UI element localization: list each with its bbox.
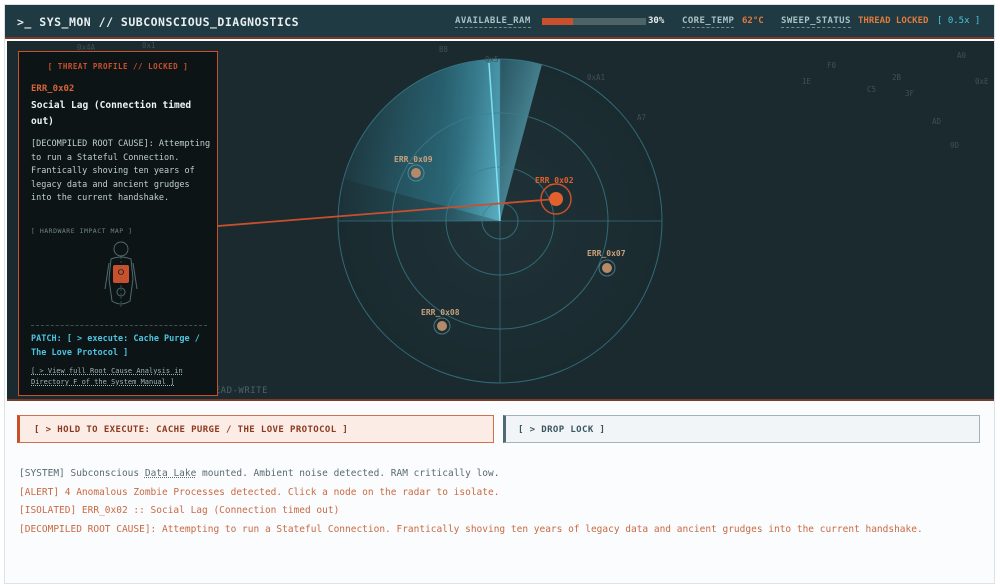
log-line-system: [SYSTEM] Subconscious Data Lake mounted.… <box>19 465 979 484</box>
hex-noise-label: 9D <box>950 141 960 150</box>
panel-divider <box>31 325 207 326</box>
ram-meter <box>542 18 646 25</box>
node-label-err-0x07[interactable]: ERR_0x07 <box>587 249 626 258</box>
log-text: mounted. Ambient noise detected. RAM cri… <box>196 468 500 479</box>
hex-noise-label: 3F <box>905 89 915 98</box>
sweep-speed[interactable]: [ 0.5x ] <box>937 16 980 26</box>
hex-noise-label: AD <box>932 117 942 126</box>
log-line-alert: [ALERT] 4 Anomalous Zombie Processes det… <box>19 486 500 498</box>
hex-noise-label: C5 <box>867 85 877 94</box>
hex-noise-label: 0x5 <box>485 55 499 64</box>
node-label-err-0x02[interactable]: ERR_0x02 <box>535 176 574 185</box>
hex-noise-label: 0xA1 <box>587 73 606 82</box>
ram-meter-fill <box>542 18 574 25</box>
sweep-status-label: SWEEP_STATUS <box>781 16 851 28</box>
log-line-isolated: [ISOLATED] ERR_0x02 :: Social Lag (Conne… <box>19 505 340 516</box>
hold-to-execute-button[interactable]: [ > HOLD TO EXECUTE: CACHE PURGE / THE L… <box>17 415 494 443</box>
hex-noise-label: 0x1 <box>142 41 156 50</box>
hex-noise-label: 1E <box>802 77 812 86</box>
threat-title: Social Lag (Connection timed out) <box>31 100 192 127</box>
drop-lock-button[interactable]: [ > DROP LOCK ] <box>503 415 980 443</box>
node-label-err-0x09[interactable]: ERR_0x09 <box>394 155 433 164</box>
system-log: [SYSTEM] Subconscious Data Lake mounted.… <box>19 465 979 539</box>
hex-noise-label: 0xE <box>975 77 989 86</box>
ram-label: AVAILABLE_RAM <box>455 16 531 28</box>
hardware-impact-label: [ HARDWARE IMPACT MAP ] <box>31 227 133 235</box>
radar-viewport: 0x4A 0x1 B8 0x5 0xA1 A7 F0 1E 2B C5 3F A… <box>7 41 994 401</box>
hex-noise-label: F0 <box>827 61 837 70</box>
hardware-impact-body-icon <box>104 241 138 307</box>
hex-noise-label: A0 <box>957 51 967 60</box>
app-title: >_ SYS_MON // SUBCONSCIOUS_DIAGNOSTICS <box>17 15 300 29</box>
core-temp-value: 62°C <box>742 16 764 26</box>
ram-value: 30% <box>648 16 665 26</box>
hex-noise-label: B8 <box>439 45 449 54</box>
node-label-err-0x08[interactable]: ERR_0x08 <box>421 308 460 317</box>
threat-panel-heading: [ THREAT PROFILE // LOCKED ] <box>47 62 189 71</box>
patch-command[interactable]: PATCH: [ > execute: Cache Purge / The Lo… <box>31 332 213 360</box>
core-temp-label: CORE_TEMP <box>682 16 735 28</box>
log-line-root-cause: [DECOMPILED ROOT CAUSE]: Attempting to r… <box>19 523 923 535</box>
app-window: >_ SYS_MON // SUBCONSCIOUS_DIAGNOSTICS A… <box>4 4 995 584</box>
log-text: [SYSTEM] Subconscious <box>19 468 145 479</box>
top-status-bar: >_ SYS_MON // SUBCONSCIOUS_DIAGNOSTICS A… <box>5 5 994 39</box>
threat-root-cause: [DECOMPILED ROOT CAUSE]: Attempting to r… <box>31 139 211 203</box>
threat-error-id: ERR_0x02 <box>31 84 75 94</box>
data-lake-link[interactable]: Data Lake <box>145 468 196 479</box>
hex-noise-label: A7 <box>637 113 647 122</box>
sweep-status-value: THREAD LOCKED <box>858 16 929 26</box>
system-manual-link[interactable]: [ > View full Root Cause Analysis in Dir… <box>31 366 213 388</box>
threat-profile-panel: [ THREAT PROFILE // LOCKED ] ERR_0x02 So… <box>18 51 218 396</box>
hex-noise-label: 2B <box>892 73 902 82</box>
